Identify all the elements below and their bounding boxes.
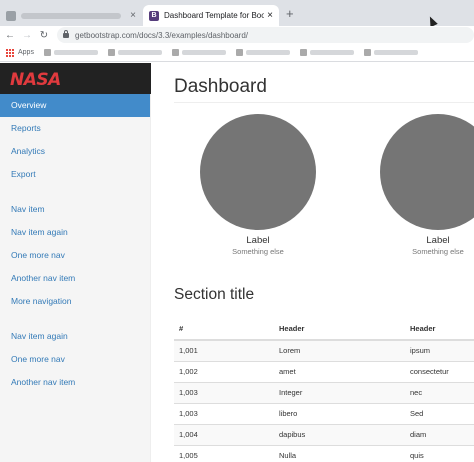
new-tab-button[interactable]: + [286, 6, 294, 21]
bookmark-item[interactable] [43, 49, 98, 56]
forward-arrow-icon[interactable]: → [20, 30, 34, 41]
table-cell: nec [405, 381, 474, 403]
nasa-logo[interactable]: NASA [10, 70, 61, 90]
web-page: NASA Overview Reports Analytics Export Nav i… [0, 63, 474, 462]
sidebar-item-nav-item-again[interactable]: Nav item again [0, 325, 150, 348]
back-arrow-icon[interactable]: ← [3, 30, 17, 41]
table-cell: Sed [405, 402, 474, 424]
placeholder-image [380, 114, 474, 230]
table-cell: libero [274, 402, 405, 424]
sidebar-item-overview[interactable]: Overview [0, 94, 150, 117]
bookmarks-bar: Apps [0, 44, 474, 62]
tab-close-icon[interactable]: × [267, 10, 273, 21]
browser-tab-inactive[interactable]: × [0, 5, 142, 26]
apps-grid-icon[interactable] [6, 48, 14, 57]
table-cell: 1,005 [174, 444, 274, 462]
placeholder-sublabel: Something else [232, 247, 284, 256]
placeholder-sublabel: Something else [412, 247, 464, 256]
placeholder-image [200, 114, 316, 230]
top-navbar: NASA [0, 63, 151, 94]
bookmark-item[interactable] [107, 49, 162, 56]
apps-label[interactable]: Apps [18, 49, 34, 56]
placeholder-label: Label [426, 235, 450, 246]
placeholder-label: Label [246, 235, 270, 246]
table-header-row: # Header Header [174, 318, 474, 341]
table-header-cell: Header [405, 318, 474, 341]
reload-icon[interactable]: ↻ [37, 30, 51, 41]
lock-icon [63, 29, 69, 38]
nav-group: Nav item Nav item again One more nav Anothe… [0, 198, 150, 313]
table-cell: 1,001 [174, 339, 274, 361]
table-cell: Nulla [274, 444, 405, 462]
sidebar-item-one-more-nav[interactable]: One more nav [0, 348, 150, 371]
url-input[interactable]: getbootstrap.com/docs/3.3/examples/dashb… [57, 27, 474, 43]
table-cell: 1,003 [174, 402, 274, 424]
table-row: 1,003 Integer nec [174, 381, 474, 403]
table-cell: 1,003 [174, 381, 274, 403]
bookmark-item[interactable] [363, 49, 418, 56]
table-cell: Integer [274, 381, 405, 403]
table-header-cell: Header [274, 318, 405, 341]
browser-tab-active[interactable]: B Dashboard Template for Bootstra × [143, 5, 279, 26]
table-cell: ipsum [405, 339, 474, 361]
page-header: Dashboard [174, 74, 474, 103]
sidebar-item-another-nav-item[interactable]: Another nav item [0, 267, 150, 290]
table-row: 1,001 Lorem ipsum [174, 339, 474, 361]
sidebar-item-reports[interactable]: Reports [0, 117, 150, 140]
nav-group: Overview Reports Analytics Export [0, 94, 150, 186]
sidebar-item-more-navigation[interactable]: More navigation [0, 290, 150, 313]
table-cell: dapibus [274, 423, 405, 445]
bookmark-item[interactable] [299, 49, 354, 56]
table-cell: Lorem [274, 339, 405, 361]
nav-group: Nav item again One more nav Another nav it… [0, 325, 150, 394]
bookmark-item[interactable] [171, 49, 226, 56]
placeholder-card: Label Something else [379, 114, 474, 256]
table-row: 1,003 libero Sed [174, 402, 474, 424]
tab-favicon-icon [6, 10, 16, 21]
table-cell: 1,004 [174, 423, 274, 445]
sidebar-item-nav-item[interactable]: Nav item [0, 198, 150, 221]
page-title: Dashboard [174, 76, 267, 97]
bookmark-item[interactable] [235, 49, 290, 56]
table-row: 1,004 dapibus diam [174, 423, 474, 445]
table-cell: quis [405, 444, 474, 462]
table-row: 1,005 Nulla quis [174, 444, 474, 462]
table-cell: diam [405, 423, 474, 445]
sidebar-item-one-more-nav[interactable]: One more nav [0, 244, 150, 267]
table-row: 1,002 amet consectetur [174, 360, 474, 382]
sidebar-item-analytics[interactable]: Analytics [0, 140, 150, 163]
bootstrap-favicon-icon: B [149, 10, 159, 21]
section-title: Section title [174, 286, 255, 303]
placeholder-card: Label Something else [199, 114, 317, 256]
table-cell: consectetur [405, 360, 474, 382]
sidebar: Overview Reports Analytics Export Nav item Na… [0, 94, 151, 462]
tab-close-icon[interactable]: × [130, 10, 136, 21]
tab-title: Dashboard Template for Bootstra [164, 11, 265, 20]
table-cell: amet [274, 360, 405, 382]
sidebar-item-export[interactable]: Export [0, 163, 150, 186]
main-content: Dashboard Label Something else Label Som… [174, 63, 474, 462]
tab-title-obscured [21, 12, 122, 19]
url-text: getbootstrap.com/docs/3.3/examples/dashb… [75, 30, 248, 40]
data-table: # Header Header 1,001 Lorem ipsum 1,002 amet… [174, 318, 474, 462]
sidebar-item-another-nav-item[interactable]: Another nav item [0, 371, 150, 394]
sidebar-item-nav-item-again[interactable]: Nav item again [0, 221, 150, 244]
browser-tab-bar: × B Dashboard Template for Bootstra × + [0, 0, 474, 28]
table-cell: 1,002 [174, 360, 274, 382]
table-header-cell: # [174, 318, 274, 341]
address-bar: ← → ↻ getbootstrap.com/docs/3.3/examples… [0, 26, 474, 44]
